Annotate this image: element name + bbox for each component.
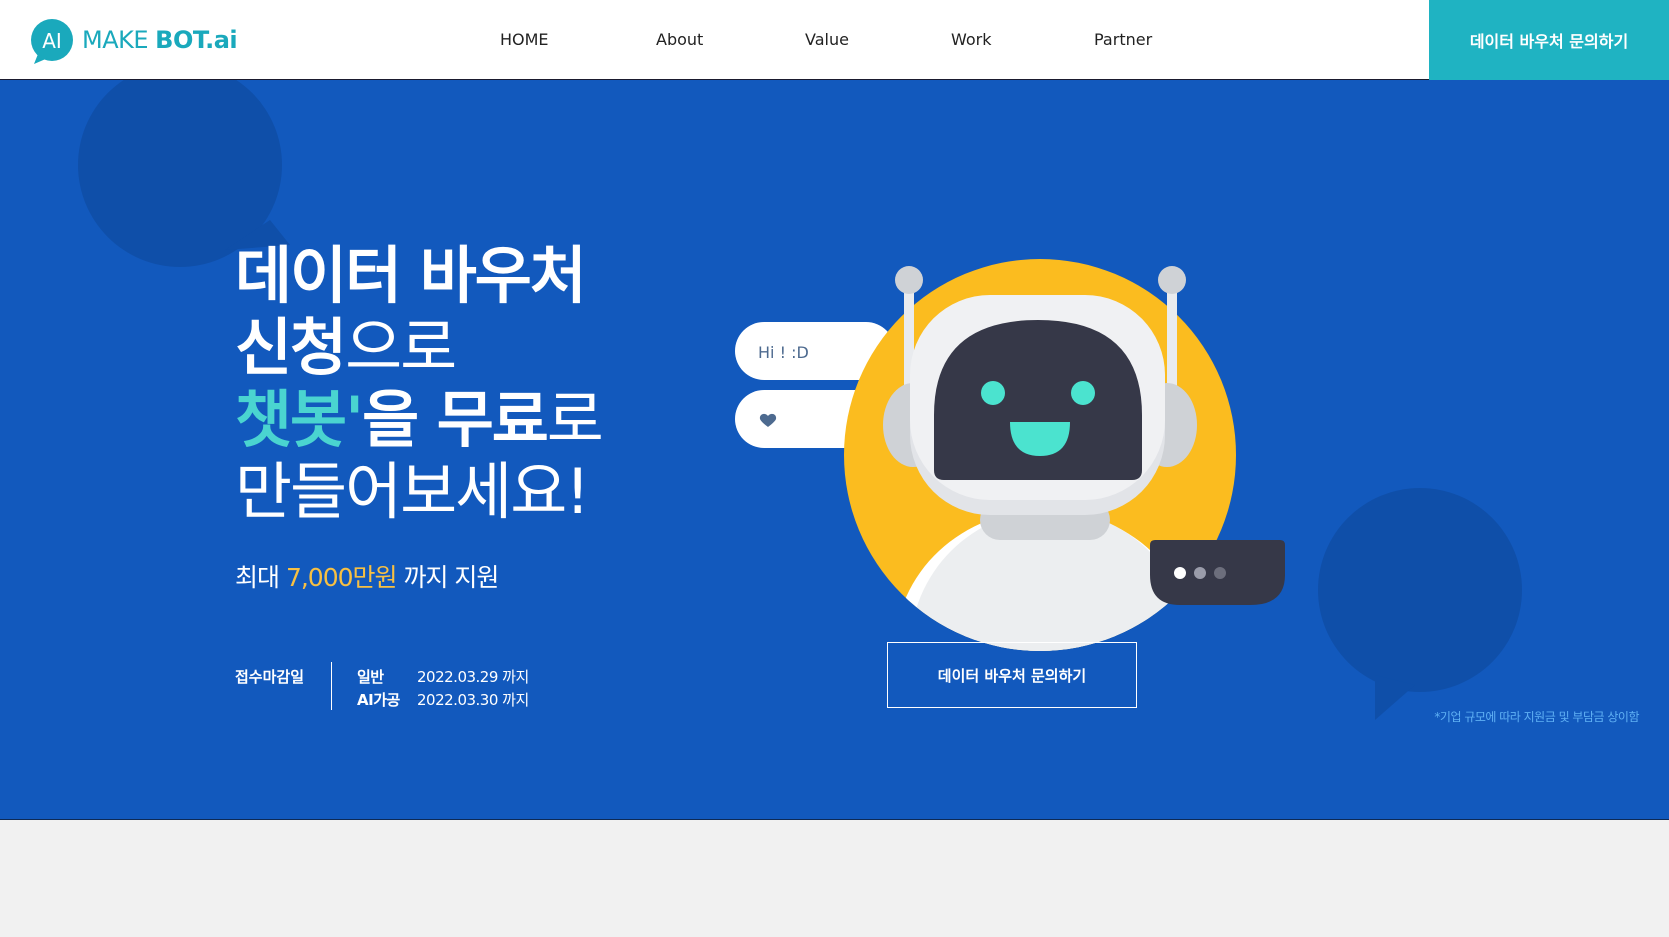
- support-amount-text: 최대 7,000만원 까지 지원: [235, 563, 499, 592]
- nav-home[interactable]: HOME: [500, 30, 549, 49]
- deadline-label: 접수마감일: [235, 668, 305, 686]
- logo[interactable]: AI MAKE BOT.ai: [30, 16, 238, 64]
- below-fold-area: [0, 821, 1669, 937]
- logo-bubble-icon: AI: [30, 18, 74, 64]
- nav-partner[interactable]: Partner: [1094, 30, 1152, 49]
- svg-text:AI: AI: [42, 29, 62, 53]
- voucher-inquiry-button[interactable]: 데이터 바우처 문의하기: [1429, 0, 1669, 80]
- nav-work[interactable]: Work: [951, 30, 992, 49]
- robot-illustration: Hi ! :D: [735, 259, 1285, 651]
- typing-dots-icon: [1150, 540, 1285, 605]
- voucher-inquiry-hero-button[interactable]: 데이터 바우처 문의하기: [887, 642, 1137, 708]
- deadline-row-general: 일반 2022.03.29 까지: [357, 668, 529, 686]
- nav-about[interactable]: About: [656, 30, 703, 49]
- svg-text:Hi ! :D: Hi ! :D: [758, 343, 809, 362]
- speech-bubble-icon: [1318, 488, 1522, 720]
- logo-text: MAKE BOT.ai: [82, 26, 238, 54]
- hero-section: 데이터 바우처 신청으로 챗봇'을 무료로 만들어보세요! 최대 7,000만원…: [0, 80, 1669, 820]
- nav-value[interactable]: Value: [805, 30, 849, 49]
- deadline-row-ai: AI가공 2022.03.30 까지: [357, 691, 529, 709]
- site-header: AI MAKE BOT.ai HOME About Value Work Par…: [0, 0, 1669, 80]
- footnote: *기업 규모에 따라 지원금 및 부담금 상이함: [1434, 710, 1639, 724]
- hero-headline: 데이터 바우처 신청으로 챗봇'을 무료로 만들어보세요!: [235, 239, 604, 528]
- divider: [331, 662, 332, 710]
